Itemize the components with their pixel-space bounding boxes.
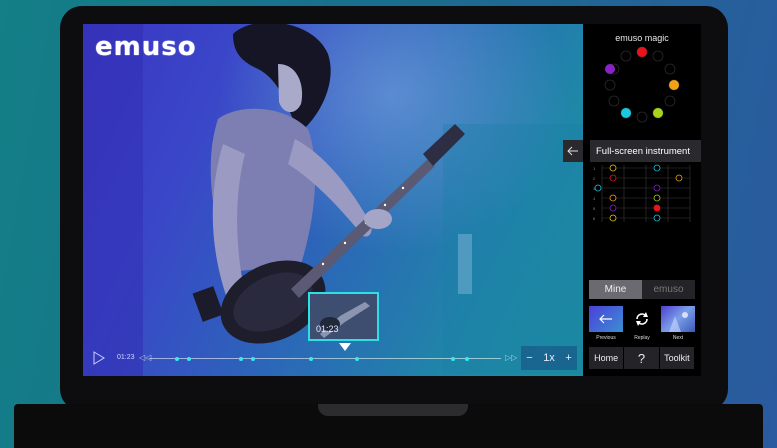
- previous-label: Previous: [596, 335, 616, 341]
- timeline-marker[interactable]: [465, 356, 469, 361]
- speed-control: − 1x +: [521, 346, 577, 370]
- fretboard-diagram[interactable]: 123 456: [590, 162, 701, 232]
- timeline-marker[interactable]: [309, 356, 313, 361]
- emuso-magic-wheel: [604, 46, 680, 123]
- timeline-marker[interactable]: [451, 356, 455, 361]
- svg-text:1: 1: [593, 166, 596, 171]
- wheel-note-red[interactable]: [637, 47, 647, 57]
- timeline-marker[interactable]: [239, 356, 243, 361]
- skip-forward-icon[interactable]: ▷▷: [505, 353, 517, 362]
- side-panel: emuso magic Full-screen instrument 1 2 3…: [563, 24, 701, 376]
- source-tabs: Mine emuso: [589, 280, 695, 299]
- preview-time: 01:23: [316, 324, 339, 334]
- playback-controls: 01:23 ◁◁ ▷▷ − 1x +: [83, 346, 583, 372]
- arrow-left-icon: [567, 146, 578, 156]
- replay-icon: [625, 306, 659, 332]
- current-time: 01:23: [117, 354, 135, 361]
- bottom-menu: Home ? Toolkit: [589, 347, 695, 369]
- svg-text:5: 5: [593, 206, 596, 211]
- play-icon[interactable]: [93, 351, 105, 365]
- wheel-note-green[interactable]: [653, 108, 663, 118]
- laptop-notch: [318, 404, 468, 416]
- speed-decrease-button[interactable]: −: [526, 352, 532, 364]
- timeline-marker[interactable]: [175, 356, 179, 361]
- arrow-left-icon: [589, 306, 623, 332]
- wheel-note-orange[interactable]: [669, 80, 679, 90]
- speed-value: 1x: [543, 352, 555, 364]
- timeline-track[interactable]: [149, 356, 501, 361]
- replay-button[interactable]: Replay: [625, 306, 659, 344]
- help-button[interactable]: ?: [624, 347, 659, 369]
- wheel-note-cyan[interactable]: [621, 108, 631, 118]
- lesson-navigation: Previous Replay Next: [589, 306, 695, 344]
- video-player[interactable]: emuso 01:23 01:23 ◁◁ ▷▷ − 1x +: [83, 24, 583, 376]
- toolkit-button[interactable]: Toolkit: [659, 347, 694, 369]
- tab-mine[interactable]: Mine: [589, 280, 642, 299]
- tab-emuso[interactable]: emuso: [642, 280, 695, 299]
- speed-increase-button[interactable]: +: [565, 352, 571, 364]
- replay-label: Replay: [634, 335, 650, 341]
- emuso-logo: emuso: [95, 32, 197, 62]
- svg-text:2: 2: [593, 176, 596, 181]
- instrument-title[interactable]: Full-screen instrument: [590, 140, 701, 162]
- app-screen: emuso 01:23 01:23 ◁◁ ▷▷ − 1x + emuso mag…: [83, 24, 701, 376]
- scrub-preview-thumbnail: 01:23: [308, 292, 379, 341]
- next-label: Next: [672, 335, 684, 341]
- next-button[interactable]: Next: [661, 306, 695, 344]
- timeline-marker[interactable]: [251, 356, 255, 361]
- concert-thumbnail: [661, 306, 695, 332]
- timeline-marker[interactable]: [187, 356, 191, 361]
- timeline-marker[interactable]: [355, 356, 359, 361]
- svg-text:4: 4: [593, 196, 596, 201]
- previous-button[interactable]: Previous: [589, 306, 623, 344]
- back-arrow-button[interactable]: [563, 140, 583, 162]
- wheel-note-purple[interactable]: [605, 64, 615, 74]
- svg-text:6: 6: [593, 216, 596, 221]
- home-button[interactable]: Home: [589, 347, 624, 369]
